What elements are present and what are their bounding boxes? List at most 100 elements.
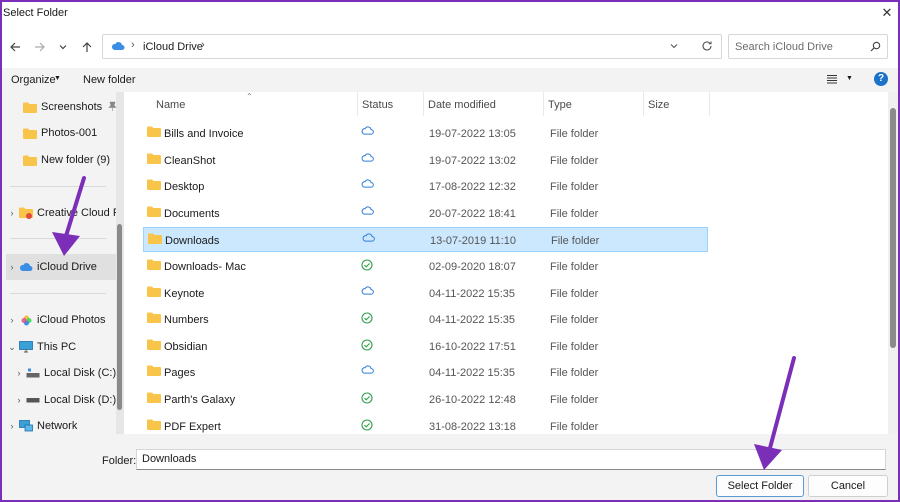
column-header-label: Status: [362, 99, 394, 111]
sidebar-item-label: iCloud Photos: [37, 314, 106, 326]
file-type: File folder: [550, 261, 599, 273]
breadcrumb-location[interactable]: iCloud Drive: [143, 41, 203, 53]
forward-icon[interactable]: [33, 40, 47, 54]
title-bar: Select Folder ✕: [2, 2, 898, 24]
cancel-button[interactable]: Cancel: [808, 475, 888, 497]
file-name: Bills and Invoice: [164, 128, 244, 140]
drive-icon: [25, 366, 41, 380]
file-type: File folder: [550, 207, 599, 220]
sidebar-item-icloud-drive[interactable]: › iCloud Drive: [6, 254, 116, 280]
select-folder-button[interactable]: Select Folder: [716, 475, 804, 497]
new-folder-button[interactable]: New folder: [83, 74, 136, 86]
table-row[interactable]: CleanShot 19-07-2022 13:02 File folder: [143, 148, 708, 173]
drive-icon: [25, 393, 41, 407]
navigation-scrollbar[interactable]: [116, 92, 124, 434]
sidebar-item-local-disk-c[interactable]: › Local Disk (C:): [13, 360, 123, 386]
column-header-status[interactable]: Status: [358, 92, 424, 116]
sidebar-item-creative-cloud[interactable]: › Creative Cloud Files: [6, 200, 116, 226]
table-row[interactable]: Numbers 04-11-2022 15:35 File folder: [143, 307, 708, 332]
up-icon[interactable]: [80, 40, 94, 54]
file-name: Downloads- Mac: [164, 261, 246, 273]
dialog-footer: Folder: Downloads Select Folder Cancel: [2, 434, 898, 500]
breadcrumb-chevron[interactable]: ›: [201, 39, 205, 51]
file-list-scrollbar[interactable]: [888, 92, 898, 434]
chevron-right-icon[interactable]: ›: [6, 262, 18, 272]
sidebar-item-icloud-photos[interactable]: › iCloud Photos: [6, 307, 116, 333]
chevron-right-icon[interactable]: ›: [13, 368, 25, 378]
sidebar-item-photos-001[interactable]: Photos-001: [10, 120, 120, 146]
table-row[interactable]: Pages 04-11-2022 15:35 File folder: [143, 360, 708, 385]
help-button[interactable]: ?: [874, 72, 888, 86]
search-icon[interactable]: [870, 41, 881, 55]
organize-button[interactable]: Organize: [11, 74, 56, 86]
sidebar-item-local-disk-d[interactable]: › Local Disk (D:): [13, 387, 123, 413]
select-folder-dialog: Select Folder ✕ › iCloud Drive › Search …: [2, 2, 898, 500]
file-name: Numbers: [164, 314, 209, 327]
file-type: File folder: [550, 287, 599, 300]
file-list-scroll-thumb[interactable]: [890, 108, 896, 348]
folder-icon: [147, 312, 161, 326]
chevron-right-icon[interactable]: ›: [6, 208, 18, 218]
synced-check-icon: [361, 392, 373, 407]
close-button[interactable]: ✕: [876, 2, 898, 24]
sidebar-item-label: Network: [37, 420, 78, 432]
back-icon[interactable]: [8, 40, 22, 54]
file-date-modified: 19-07-2022 13:05: [429, 128, 516, 140]
chevron-right-icon[interactable]: ›: [13, 395, 25, 405]
chevron-right-icon[interactable]: ›: [6, 421, 18, 431]
chevron-down-icon[interactable]: [669, 41, 679, 54]
sidebar-item-label: Local Disk (D:): [44, 394, 117, 406]
view-caret-icon[interactable]: ▼: [846, 75, 853, 82]
chevron-down-icon[interactable]: ⌄: [6, 342, 18, 353]
folder-icon: [147, 392, 161, 406]
sidebar-item-label: Screenshots: [41, 101, 103, 113]
folder-icon: [147, 206, 161, 220]
file-name: Keynote: [164, 287, 205, 300]
folder-icon: [147, 419, 161, 433]
search-input[interactable]: Search iCloud Drive: [728, 34, 888, 59]
recent-locations-icon[interactable]: [56, 40, 70, 54]
table-row[interactable]: PDF Expert 31-08-2022 13:18 File folder: [143, 414, 708, 434]
view-options-icon[interactable]: [826, 74, 838, 87]
sidebar-item-new-folder-9[interactable]: New folder (9): [10, 147, 120, 173]
table-row[interactable]: Desktop 17-08-2022 12:32 File folder: [143, 174, 708, 199]
file-type: File folder: [550, 367, 599, 380]
sidebar-item-this-pc[interactable]: ⌄ This PC: [6, 334, 116, 360]
table-row[interactable]: Bills and Invoice 19-07-2022 13:05 File fo…: [143, 121, 708, 146]
sidebar-item-label: This PC: [37, 341, 77, 353]
table-row[interactable]: Parth's Galaxy 26-10-2022 12:48 File folde…: [143, 387, 708, 412]
sidebar-item-label: Local Disk (C:): [44, 367, 117, 379]
file-date-modified: 31-08-2022 13:18: [429, 420, 516, 433]
file-type: File folder: [550, 154, 599, 167]
table-row[interactable]: Documents 20-07-2022 18:41 File folder: [143, 201, 708, 226]
file-name: Obsidian: [164, 340, 208, 353]
address-bar[interactable]: › iCloud Drive ›: [102, 34, 722, 59]
folder-icon: [22, 100, 38, 114]
column-header-name[interactable]: Name: [152, 92, 358, 116]
chevron-right-icon[interactable]: ›: [6, 315, 18, 325]
cloud-icon: [361, 126, 374, 138]
sidebar-item-screenshots[interactable]: Screenshots: [10, 94, 120, 120]
file-type: File folder: [550, 181, 599, 194]
table-row[interactable]: Keynote 04-11-2022 15:35 File folder: [143, 281, 708, 306]
navigation-scroll-thumb[interactable]: [117, 224, 122, 410]
folder-input[interactable]: Downloads: [136, 449, 886, 470]
column-header-size[interactable]: Size: [644, 92, 710, 116]
column-header-type[interactable]: Type: [544, 92, 644, 116]
sidebar-item-label: New folder (9): [41, 154, 111, 166]
table-row[interactable]: Downloads 13-07-2019 11:10 File folder: [143, 227, 708, 253]
folder-icon: [147, 179, 161, 193]
table-row[interactable]: Obsidian 16-10-2022 17:51 File folder: [143, 334, 708, 359]
address-row: › iCloud Drive › Search iCloud Drive: [2, 24, 898, 68]
sidebar-item-label: Photos-001: [41, 127, 98, 139]
column-header-date-modified[interactable]: Date modified: [424, 92, 544, 116]
sidebar-item-network[interactable]: › Network: [6, 413, 116, 434]
sort-ascending-icon: ⌃: [246, 92, 253, 101]
folder-label: Folder:: [102, 455, 137, 467]
cloud-icon: [361, 286, 374, 298]
file-date-modified: 13-07-2019 11:10: [430, 235, 517, 248]
column-header-label: Name: [156, 99, 186, 111]
file-date-modified: 17-08-2022 12:32: [429, 181, 516, 194]
table-row[interactable]: Downloads- Mac 02-09-2020 18:07 File folde…: [143, 254, 708, 279]
refresh-icon[interactable]: [701, 40, 713, 55]
